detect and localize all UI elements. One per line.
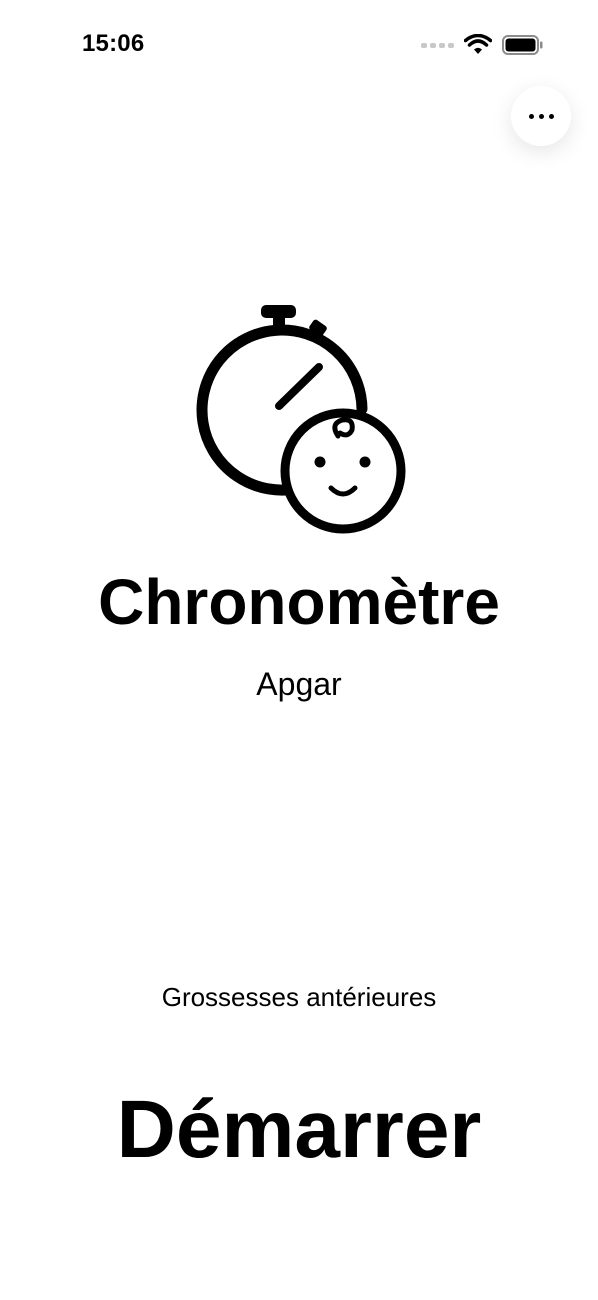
signal-icon [421,42,454,48]
more-dot [538,113,544,119]
more-horizontal-icon [528,113,534,119]
more-dot [548,113,554,119]
wifi-icon [464,34,492,56]
more-button[interactable] [511,86,571,146]
previous-pregnancies-button[interactable]: Grossesses antérieures [0,980,598,1014]
app-subtitle: Apgar [256,666,342,702]
status-indicators [421,33,544,57]
battery-icon [502,35,544,55]
start-button[interactable]: Démarrer [60,1078,538,1182]
status-time: 15:06 [82,30,145,57]
status-bar: 15:06 [0,0,598,90]
stopwatch-baby-icon [180,296,420,540]
app-title: Chronomètre [98,566,500,638]
